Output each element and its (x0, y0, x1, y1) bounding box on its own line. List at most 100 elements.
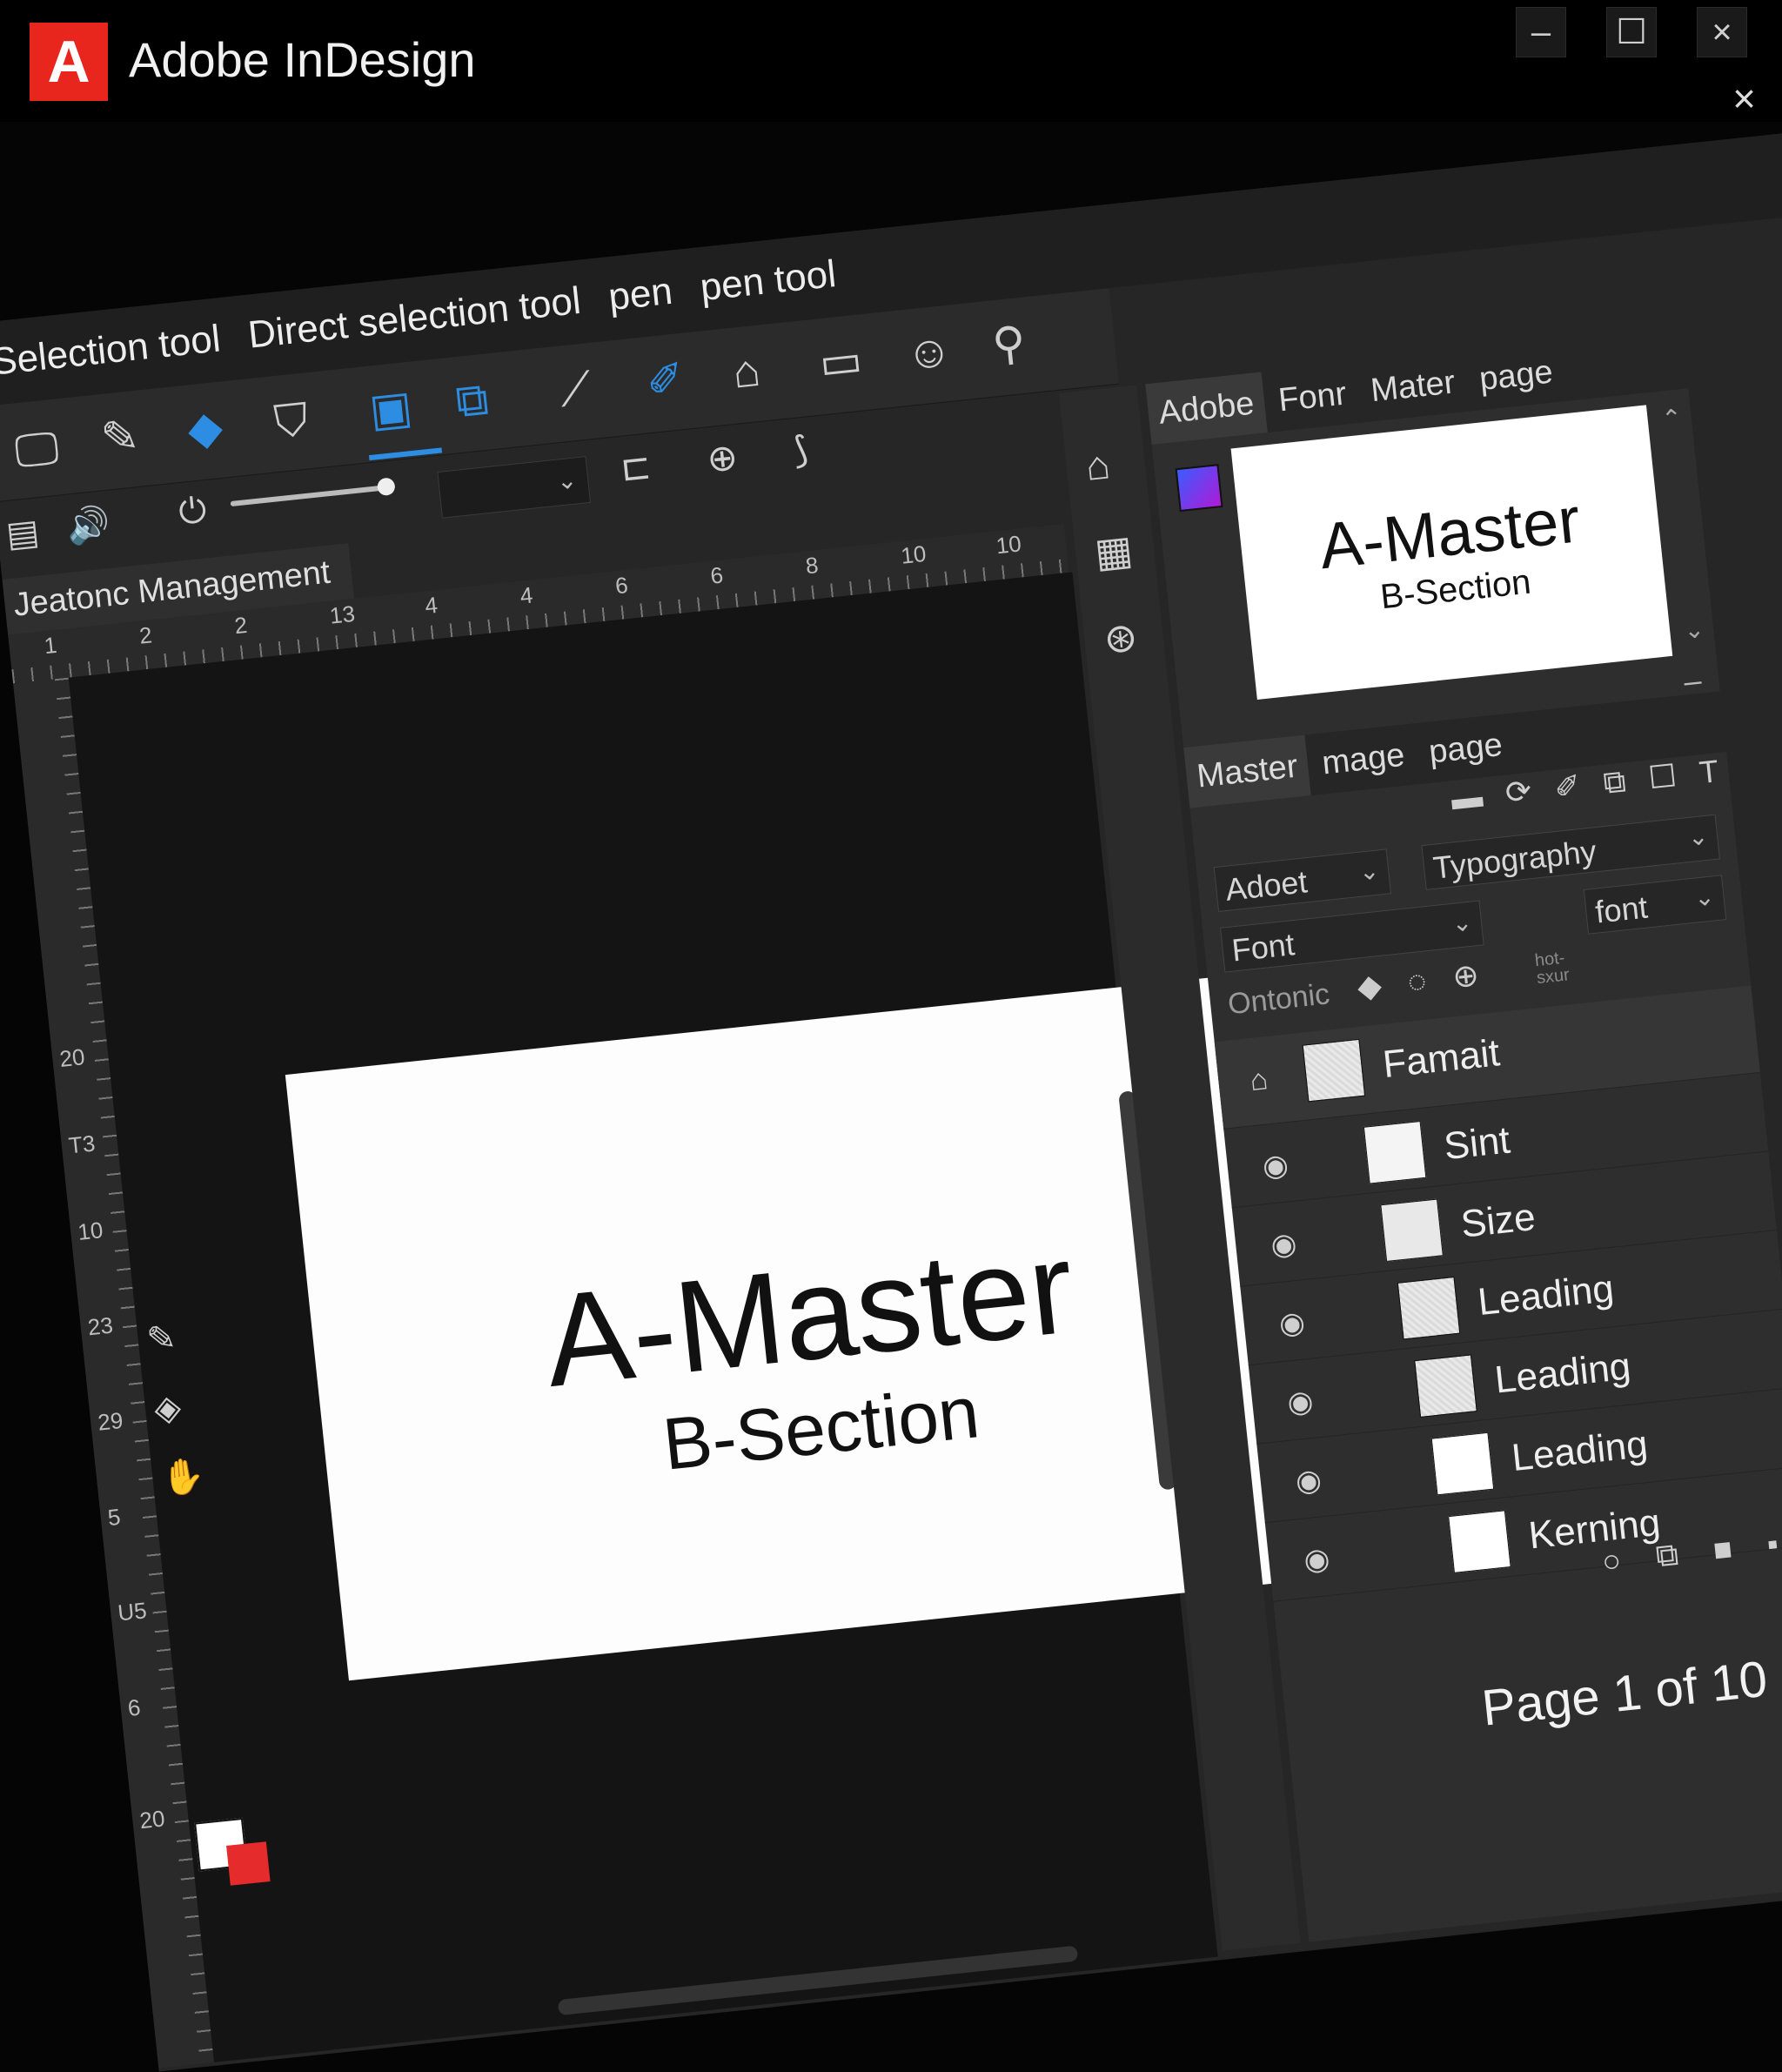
ruler-number: 10 (995, 530, 1023, 560)
screen-mode-icon[interactable]: 🖵 (12, 422, 61, 479)
layer-thumbnail (1380, 1198, 1444, 1263)
tab-page[interactable]: page (1466, 340, 1566, 411)
search-icon[interactable]: ○ (1600, 1542, 1623, 1580)
pages-icon[interactable]: ▦ (1092, 526, 1136, 576)
ruler-number: 13 (328, 600, 357, 629)
ontonic-actions: ◆ ◌ ⊕ (1356, 954, 1504, 1005)
menu-pen[interactable]: pen (593, 249, 687, 320)
layer-thumbnail (1414, 1354, 1477, 1418)
home-icon: ⌂ (1248, 1063, 1270, 1098)
group-icon[interactable]: ⧉ (1602, 762, 1628, 801)
tab-master-pages[interactable]: Master (1183, 734, 1311, 808)
layer-thumbnail (1430, 1432, 1495, 1496)
add-icon[interactable]: ⊕ (1450, 956, 1480, 996)
typography-dropdown-value: Typography (1431, 833, 1598, 886)
delete-icon[interactable]: ▪ (1765, 1526, 1780, 1563)
fill-tool-icon[interactable]: ◈ (152, 1387, 183, 1430)
user-icon[interactable]: ☺ (903, 325, 955, 381)
home-icon[interactable]: ⌂ (1083, 440, 1112, 490)
search-icon[interactable]: ⚲ (990, 317, 1028, 372)
pen-tool-icon[interactable]: ✎ (144, 1318, 178, 1360)
hand-tool-icon[interactable]: ✋ (159, 1454, 206, 1499)
close-button[interactable]: × (1697, 7, 1747, 57)
chevron-down-icon: ⌄ (1450, 908, 1474, 937)
duplicate-icon[interactable]: ■ (1712, 1530, 1734, 1568)
menu-direct-selection-tool[interactable]: Direct selection tool (232, 259, 595, 359)
chevron-down-icon: ⌄ (1686, 821, 1710, 852)
color-swatch-icon[interactable] (1175, 464, 1223, 513)
speaker-icon[interactable]: 🔊 (64, 503, 111, 548)
tab-adobe[interactable]: Adobe (1145, 372, 1268, 446)
home-tool-icon[interactable]: ⌂ (730, 345, 763, 399)
ruler-number: 10 (899, 540, 928, 569)
eye-icon[interactable]: ◉ (1277, 1304, 1307, 1342)
master-preview[interactable]: A-Master B-Section (1230, 405, 1673, 700)
tab-master[interactable]: Mater (1357, 351, 1469, 422)
stamp-icon[interactable]: ⛉ (271, 393, 311, 450)
title-bar: A Adobe InDesign (0, 0, 1782, 122)
ruler-number: 20 (137, 1805, 166, 1834)
timer-icon[interactable]: ⏻ (177, 491, 208, 533)
eye-icon[interactable]: ◉ (1269, 1226, 1298, 1264)
ruler-number: 23 (86, 1311, 115, 1341)
layout-icon[interactable]: ▤ (4, 512, 41, 555)
tab-pages[interactable]: page (1416, 714, 1516, 784)
tab-font[interactable]: Fonr (1265, 362, 1360, 432)
chevron-down-icon: ⌄ (1692, 882, 1716, 912)
chevron-down-icon: ⌄ (1357, 856, 1381, 886)
layer-label: Size (1458, 1195, 1537, 1246)
ruler-number: 8 (804, 551, 820, 580)
type-icon[interactable]: T (1698, 753, 1720, 791)
menu-selection-tool[interactable]: Selection tool (0, 297, 235, 386)
minimize-button[interactable]: – (1516, 7, 1566, 57)
layer-thumbnail (1363, 1121, 1427, 1184)
new-layer-icon[interactable]: ⧉ (1654, 1536, 1680, 1575)
rotate-icon[interactable]: ◌ (1406, 962, 1429, 1001)
layer-thumbnail (1397, 1276, 1461, 1340)
transform-icon[interactable]: ⊕ (705, 435, 740, 480)
image-frame-icon[interactable]: ⧉ (453, 373, 491, 430)
ruler-number: 5 (106, 1503, 122, 1532)
align-icon[interactable]: ⊏ (619, 444, 653, 489)
link-icon[interactable]: ⟳ (1504, 773, 1533, 812)
adobe-dropdown[interactable]: Adoet ⌄ (1213, 848, 1392, 912)
document-close-button[interactable]: × (1732, 75, 1756, 122)
hot-label: hot- sxur (1533, 948, 1571, 989)
layers-list: ⌂ Famait ◉ Sint ◉ Size ◉ Leading ◉ Leadi… (1214, 985, 1782, 1602)
eye-icon[interactable]: ◉ (1286, 1384, 1316, 1421)
app-title: Adobe InDesign (129, 32, 476, 87)
font-style-dropdown[interactable]: font ⌄ (1583, 875, 1727, 935)
adobe-logo-icon: A (30, 23, 108, 101)
folder-icon[interactable]: ▣ (367, 381, 415, 438)
brush-icon[interactable]: ✐ (644, 352, 687, 408)
control-dropdown[interactable]: ⌄ (437, 456, 592, 519)
chevron-up-icon[interactable]: ⌃ (1660, 403, 1684, 433)
tab-image[interactable]: mage (1309, 724, 1418, 795)
ruler-number: 2 (233, 611, 249, 640)
layer-icon[interactable]: ▬ (1450, 778, 1484, 818)
monitor-icon[interactable]: ▭ (817, 333, 865, 390)
links-icon[interactable]: ⊛ (1102, 613, 1140, 663)
menu-pen-tool[interactable]: pen tool (684, 232, 850, 312)
layer-label: Famait (1380, 1031, 1502, 1087)
stroke-swatch[interactable] (226, 1841, 271, 1886)
horizontal-scrollbar[interactable] (557, 1945, 1079, 2016)
brush-icon[interactable]: ✐ (1552, 768, 1582, 807)
eraser-icon[interactable]: ◆ (185, 401, 225, 457)
eye-icon[interactable]: ◉ (1261, 1147, 1290, 1184)
pencil-icon[interactable]: ✎ (98, 410, 142, 466)
diamond-icon[interactable]: ◆ (1356, 967, 1383, 1006)
maximize-button[interactable]: ☐ (1606, 7, 1657, 57)
chevron-down-icon[interactable]: ⌄ (1683, 614, 1706, 645)
font-dropdown-value: Font (1229, 926, 1296, 969)
ruler-number: 2 (137, 621, 154, 649)
ruler-number: 6 (613, 571, 630, 600)
frame-icon[interactable]: ☐ (1646, 757, 1678, 796)
line-tool-icon[interactable]: ⟋ (557, 362, 594, 418)
ruler-number: 6 (709, 561, 725, 589)
effects-icon[interactable]: ⟆ (791, 428, 810, 472)
eye-icon[interactable]: ◉ (1294, 1462, 1323, 1499)
layer-label: Leading (1492, 1344, 1633, 1402)
layer-thumbnail (1302, 1038, 1366, 1103)
window-controls: – ☐ × (1516, 7, 1747, 57)
